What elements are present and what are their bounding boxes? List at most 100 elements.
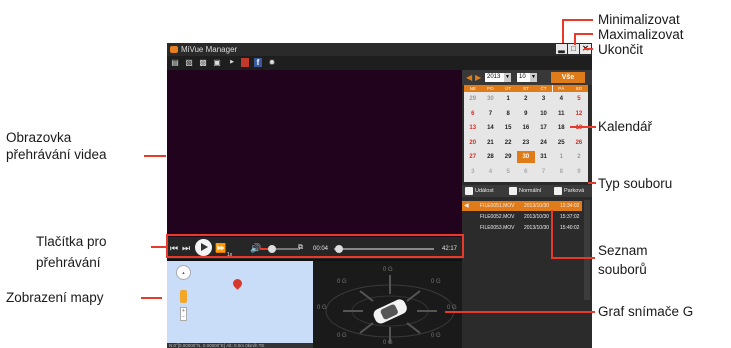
calendar-day[interactable]: 13 — [464, 122, 482, 134]
file-date: 2013/10/30 — [524, 203, 550, 209]
calendar-day[interactable]: 28 — [482, 151, 500, 163]
map-pan-control[interactable]: ▲ — [176, 265, 191, 280]
weekday-header: ST — [517, 85, 535, 92]
callout-filelist-1: Seznam — [598, 243, 648, 258]
calendar-day[interactable]: 30 — [482, 93, 500, 105]
file-row[interactable]: ◀ FILE0051.MOV 2013/10/30 15:34:02 — [462, 201, 582, 211]
calendar-day[interactable]: 20 — [464, 137, 482, 149]
file-time: 15:34:02 — [560, 203, 580, 209]
calendar-day[interactable]: 16 — [517, 122, 535, 134]
calendar-day[interactable]: 15 — [499, 122, 517, 134]
calendar-day[interactable]: 31 — [535, 151, 553, 163]
g-arrow-downright — [406, 322, 421, 334]
g-sensor-graph: 0 G 0 G 0 G 0 G 0 G 0 G 0 G 0 G — [313, 261, 462, 348]
calendar-day[interactable]: 4 — [553, 93, 571, 105]
next-month-icon[interactable]: ▶ — [475, 73, 481, 82]
app-window: MiVue Manager ▂ □ ✕ ▤ ▧ ▩ ▣ ▶ f ✹ ⏮ ⏭ ⏩ … — [167, 43, 592, 348]
weekday-header: PO — [481, 85, 500, 92]
month-value: 10 — [519, 74, 526, 80]
facebook-icon[interactable]: f — [254, 58, 262, 67]
calendar-day[interactable]: 14 — [482, 122, 500, 134]
line-gsensor — [445, 311, 595, 313]
line-min-v — [562, 19, 564, 43]
calendar-day[interactable]: 29 — [464, 93, 482, 105]
calendar-day[interactable]: 27 — [464, 151, 482, 163]
calendar-day[interactable]: 12 — [570, 108, 588, 120]
chevron-down-icon: ▼ — [504, 73, 511, 82]
calendar-day[interactable]: 9 — [517, 108, 535, 120]
calendar-header: ◀ ▶ 2013 ▼ 10 ▼ Vše — [462, 70, 592, 85]
calendar-day[interactable]: 18 — [553, 122, 571, 134]
print-icon[interactable]: ▧ — [184, 58, 194, 67]
calendar-day[interactable]: 2 — [570, 151, 588, 163]
car-icon — [373, 299, 407, 324]
calendar-day[interactable]: 1 — [553, 151, 571, 163]
youtube-icon[interactable]: ▶ — [227, 58, 237, 67]
calendar-day[interactable]: 22 — [499, 137, 517, 149]
file-time: 15:40:02 — [560, 225, 580, 231]
calendar-day[interactable]: 7 — [535, 166, 553, 178]
save-icon[interactable]: ▩ — [198, 58, 208, 67]
file-date: 2013/10/30 — [524, 214, 550, 220]
line-filelist-v — [551, 210, 553, 258]
callout-filetype: Typ souboru — [598, 176, 673, 191]
calendar-day[interactable]: 8 — [499, 108, 517, 120]
map-zoom-control[interactable]: + − — [180, 307, 187, 321]
maximize-button[interactable]: □ — [568, 44, 579, 54]
g-arrow-downleft — [359, 322, 374, 334]
file-name: FILE0051.MOV — [480, 203, 515, 209]
map-view[interactable]: ▲ + − — [167, 261, 313, 343]
calendar-day[interactable]: 7 — [482, 108, 500, 120]
calendar-day[interactable]: 26 — [570, 137, 588, 149]
camera-icon[interactable]: ▣ — [212, 58, 222, 67]
line-filelist-h — [551, 257, 595, 259]
calendar-day[interactable]: 3 — [535, 93, 553, 105]
calendar-day[interactable]: 19 — [570, 122, 588, 134]
video-playback-screen[interactable] — [167, 70, 462, 237]
calendar-day[interactable]: 2 — [517, 93, 535, 105]
parking-checkbox[interactable] — [554, 187, 562, 195]
file-list-scrollbar[interactable] — [584, 200, 590, 300]
event-checkbox[interactable] — [465, 187, 473, 195]
calendar-day[interactable]: 25 — [553, 137, 571, 149]
calendar-day[interactable]: 21 — [482, 137, 500, 149]
calendar-day[interactable]: 23 — [517, 137, 535, 149]
calendar-day[interactable]: 9 — [570, 166, 588, 178]
calendar-day[interactable]: 10 — [535, 108, 553, 120]
file-row[interactable]: FILE0053.MOV 2013/10/30 15:40:02 — [462, 223, 582, 233]
minimize-button[interactable]: ▂ — [556, 44, 567, 54]
calendar-day[interactable]: 5 — [570, 93, 588, 105]
weekday-header: ČT — [534, 85, 553, 92]
folder-open-icon[interactable]: ▤ — [170, 58, 180, 67]
month-select[interactable]: 10 ▼ — [517, 73, 537, 82]
calendar-day[interactable]: 17 — [535, 122, 553, 134]
settings-icon[interactable]: ✹ — [267, 58, 277, 67]
line-min-h — [563, 19, 593, 21]
calendar-day[interactable]: 6 — [517, 166, 535, 178]
normal-checkbox[interactable] — [509, 187, 517, 195]
toolbar: ▤ ▧ ▩ ▣ ▶ f ✹ — [167, 56, 592, 70]
file-row[interactable]: FILE0052.MOV 2013/10/30 15:37:02 — [462, 212, 582, 222]
calendar-day[interactable]: 24 — [535, 137, 553, 149]
calendar-day[interactable]: 29 — [499, 151, 517, 163]
file-name: FILE0053.MOV — [480, 225, 515, 231]
calendar-day[interactable]: 3 — [464, 166, 482, 178]
calendar-day[interactable]: 5 — [499, 166, 517, 178]
video-export-icon[interactable] — [241, 58, 249, 67]
all-button[interactable]: Vše — [551, 72, 585, 83]
prev-month-icon[interactable]: ◀ — [466, 73, 472, 82]
calendar-day[interactable]: 11 — [553, 108, 571, 120]
weekday-header: PÁ — [552, 85, 570, 92]
line-calendar — [570, 126, 596, 128]
line-map — [141, 297, 162, 299]
calendar-day-selected[interactable]: 30 — [517, 151, 535, 163]
calendar-day[interactable]: 8 — [553, 166, 571, 178]
year-select[interactable]: 2013 ▼ — [485, 73, 511, 82]
calendar-day[interactable]: 1 — [499, 93, 517, 105]
calendar-day[interactable]: 6 — [464, 108, 482, 120]
app-title: MiVue Manager — [181, 45, 238, 54]
line-max-v — [574, 33, 576, 45]
street-view-pegman-icon[interactable] — [180, 290, 187, 303]
callout-minimize: Minimalizovat — [598, 12, 680, 27]
calendar-day[interactable]: 4 — [482, 166, 500, 178]
